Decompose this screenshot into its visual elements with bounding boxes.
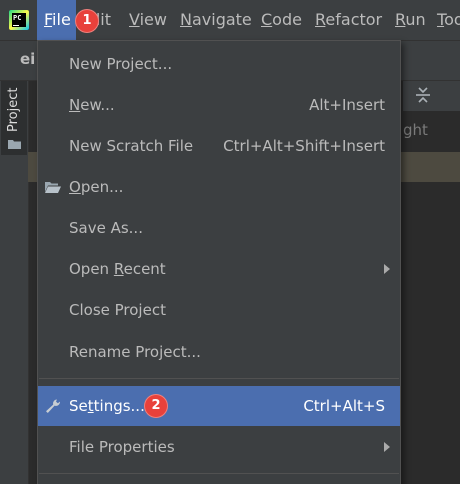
shortcut-label: Alt+Insert (309, 96, 385, 114)
menu-item-save-as[interactable]: Save As... (38, 208, 400, 248)
menu-item-open-recent[interactable]: Open Recent (38, 249, 400, 289)
project-toolbar (403, 81, 460, 111)
shortcut-label: Ctrl+Alt+Shift+Insert (223, 137, 385, 155)
menu-item-open[interactable]: Open... (38, 167, 400, 207)
submenu-arrow-icon (384, 264, 390, 274)
wrench-icon (46, 399, 61, 413)
menu-separator (39, 473, 399, 474)
menu-refactor[interactable]: Refactor (315, 0, 382, 40)
project-name[interactable]: ei (20, 50, 35, 68)
menu-item-new-project[interactable]: New Project... (38, 44, 400, 84)
file-menu-dropdown: New Project... New... Alt+Insert New Scr… (37, 40, 401, 484)
menu-item-new-scratch-file[interactable]: New Scratch File Ctrl+Alt+Shift+Insert (38, 126, 400, 166)
menu-separator (39, 378, 399, 379)
menu-item-rename-project[interactable]: Rename Project... (38, 332, 400, 372)
project-tool-label: Project (6, 87, 21, 132)
folder-icon (8, 140, 21, 149)
ide-window: PC File Edit View Navigate Code Refactor… (0, 0, 460, 484)
step-badge-2: 2 (144, 394, 168, 418)
menu-item-file-properties[interactable]: File Properties (38, 427, 400, 467)
shortcut-label: Ctrl+Alt+S (303, 397, 385, 415)
menu-item-settings[interactable]: Settings... Ctrl+Alt+S (38, 386, 400, 426)
menu-item-new[interactable]: New... Alt+Insert (38, 85, 400, 125)
menu-tools[interactable]: Too (437, 0, 460, 40)
folder-open-icon (45, 182, 61, 193)
menu-navigate[interactable]: Navigate (180, 0, 252, 40)
menu-file[interactable]: File (37, 0, 76, 40)
menu-item-close-project[interactable]: Close Project (38, 290, 400, 330)
menu-view[interactable]: View (129, 0, 167, 40)
menu-code[interactable]: Code (261, 0, 302, 40)
collapse-all-icon[interactable] (415, 86, 431, 104)
step-badge-1: 1 (75, 9, 99, 33)
pycharm-logo-icon: PC (9, 10, 29, 30)
menu-bar: PC File Edit View Navigate Code Refactor… (0, 0, 460, 41)
background-text: ght (403, 121, 428, 139)
submenu-arrow-icon (384, 442, 390, 452)
menu-run[interactable]: Run (395, 0, 426, 40)
